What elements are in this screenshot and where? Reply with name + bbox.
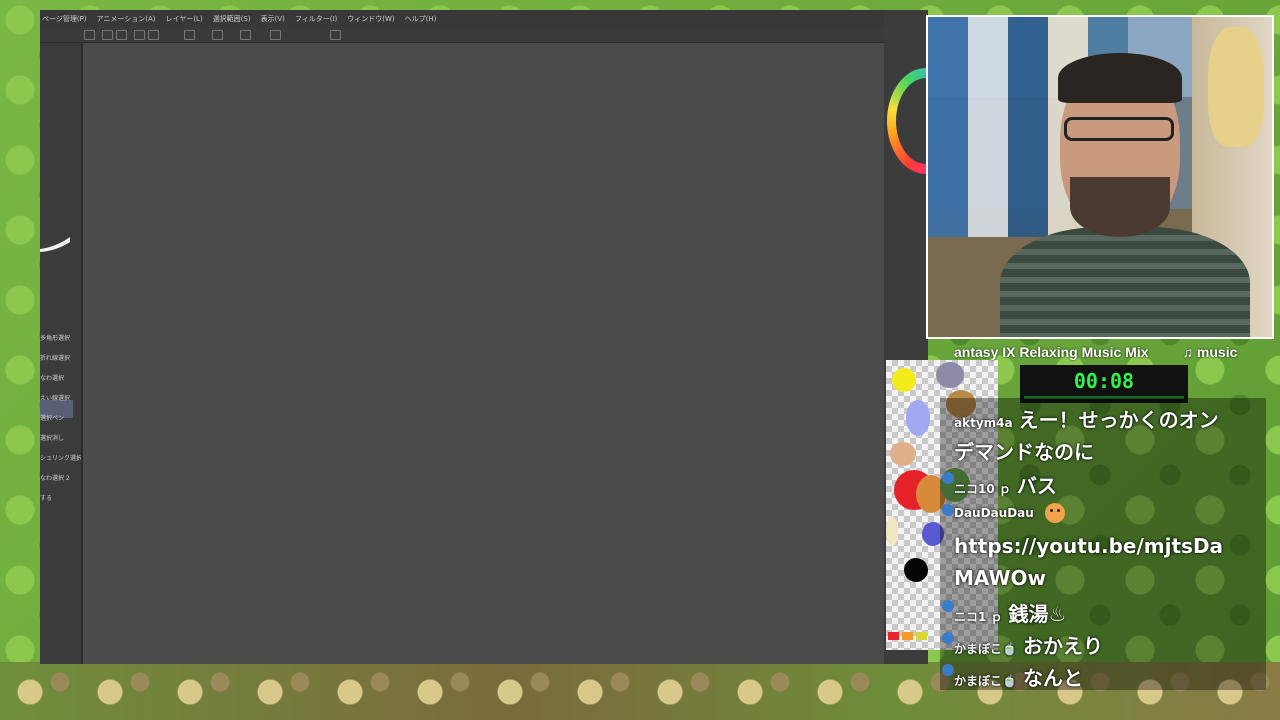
- menu-help[interactable]: ヘルプ(H): [405, 14, 437, 24]
- new-file-icon[interactable]: [84, 30, 95, 40]
- paint-gray-violet: [936, 362, 964, 388]
- menu-window[interactable]: ウィンドウ(W): [347, 14, 394, 24]
- chat-text: デマンドなのに: [954, 440, 1094, 464]
- chat-username: かまぼこ🍵: [954, 674, 1017, 688]
- timer-readout: 00:08: [1073, 369, 1135, 393]
- chat-text: 銭湯♨: [1008, 602, 1067, 626]
- paint-yellow: [892, 368, 916, 392]
- ticker-title: antasy IX Relaxing Music Mix: [954, 344, 1149, 360]
- paint-peach: [890, 442, 916, 466]
- striped-shirt: [1000, 227, 1250, 337]
- chat-text: https://youtu.be/mjtsDa: [954, 534, 1224, 558]
- sub-tool-lasso-2[interactable]: なわ選択 2: [40, 473, 81, 482]
- select-icon[interactable]: [270, 30, 281, 40]
- smiley-emoji-icon: [1045, 502, 1066, 523]
- sub-tool-polygon[interactable]: 多角形選択: [40, 333, 81, 342]
- settings-icon[interactable]: [330, 30, 341, 40]
- chat-text: えー！せっかくのオン: [1018, 408, 1219, 432]
- sub-tool-other[interactable]: する: [40, 493, 81, 502]
- menu-filter[interactable]: フィルター(I): [295, 14, 337, 24]
- chat-username: DauDauDau: [954, 506, 1034, 520]
- swatch-orange[interactable]: [902, 632, 913, 640]
- chat-username: かまぼこ🍵: [954, 642, 1017, 656]
- user-badge-icon: [942, 664, 954, 676]
- chat-message: かまぼこ🍵 なんと: [942, 662, 1256, 691]
- ticker-music: ♫ music: [1182, 344, 1238, 360]
- chat-username: ニコ1 ｐ: [954, 610, 1003, 624]
- user-badge-icon: [942, 632, 954, 644]
- chat-message: MAWOw: [954, 566, 1256, 590]
- menu-bar: ページ管理(P) アニメーション(A) レイヤー(L) 選択範囲(S) 表示(V…: [40, 10, 888, 27]
- menu-page[interactable]: ページ管理(P): [42, 14, 87, 24]
- user-badge-icon: [942, 504, 954, 516]
- redo-icon[interactable]: [148, 30, 159, 40]
- drawing-app-window: ページ管理(P) アニメーション(A) レイヤー(L) 選択範囲(S) 表示(V…: [40, 10, 888, 664]
- user-badge-icon: [942, 600, 954, 612]
- now-playing-ticker: antasy IX Relaxing Music Mix ♫ music: [954, 344, 1270, 364]
- transform-icon[interactable]: [240, 30, 251, 40]
- chat-username: aktym4a: [954, 416, 1013, 430]
- menu-view[interactable]: 表示(V): [261, 14, 285, 24]
- menu-selection[interactable]: 選択範囲(S): [213, 14, 251, 24]
- fill-icon[interactable]: [212, 30, 223, 40]
- streamer: [1000, 53, 1250, 337]
- chat-message: aktym4a えー！せっかくのオン: [954, 404, 1256, 433]
- chat-text: なんと: [1022, 666, 1083, 690]
- sub-tool-lasso[interactable]: なわ選択: [40, 373, 81, 382]
- chat-message: デマンドなのに: [954, 436, 1256, 465]
- chat-message: ニコ1 ｐ 銭湯♨: [942, 598, 1256, 627]
- save-icon[interactable]: [116, 30, 127, 40]
- sub-tool-line[interactable]: えい線選択: [40, 393, 81, 402]
- clear-icon[interactable]: [184, 30, 195, 40]
- command-bar: [40, 27, 888, 43]
- swatch-red[interactable]: [888, 632, 899, 640]
- open-file-icon[interactable]: [102, 30, 113, 40]
- sub-tool-selection-pen[interactable]: 選択ペン: [40, 413, 81, 422]
- chat-text: おかえり: [1022, 634, 1103, 658]
- paint-cream: [886, 516, 898, 546]
- glasses: [1064, 117, 1174, 141]
- chat-message: かまぼこ🍵 おかえり: [942, 630, 1256, 659]
- streamer-hair: [1058, 53, 1182, 103]
- chat-text: MAWOw: [954, 566, 1047, 590]
- chat-username: ニコ10 ｐ: [954, 482, 1011, 496]
- sub-tool-shrink[interactable]: シュリンク選択: [40, 453, 81, 462]
- menu-layer[interactable]: レイヤー(L): [166, 14, 203, 24]
- menu-animation[interactable]: アニメーション(A): [97, 14, 156, 24]
- chat-message: https://youtu.be/mjtsDa: [954, 534, 1256, 558]
- swatch-yellow[interactable]: [916, 632, 927, 640]
- chat-text: バス: [1016, 474, 1057, 498]
- paint-black: [904, 558, 928, 582]
- sub-tool-polyline[interactable]: 折れ線選択: [40, 353, 81, 362]
- streamer-beard: [1070, 177, 1170, 237]
- sub-tool-erase-selection[interactable]: 選択消し: [40, 433, 81, 442]
- drawing-canvas[interactable]: [82, 43, 888, 664]
- undo-icon[interactable]: [134, 30, 145, 40]
- brush-preview: [40, 235, 70, 253]
- paint-lavender: [906, 400, 930, 436]
- chat-message: DauDauDau: [942, 502, 1256, 523]
- sub-tool-panel: 多角形選択 折れ線選択 なわ選択 えい線選択 選択ペン 選択消し シュリンク選択…: [40, 43, 82, 664]
- user-badge-icon: [942, 472, 954, 484]
- chat-message: ニコ10 ｐ バス: [942, 470, 1256, 499]
- webcam-feed: [926, 15, 1274, 339]
- chat-overlay: aktym4a えー！せっかくのオン デマンドなのに ニコ10 ｐ バス DauDa…: [940, 398, 1266, 690]
